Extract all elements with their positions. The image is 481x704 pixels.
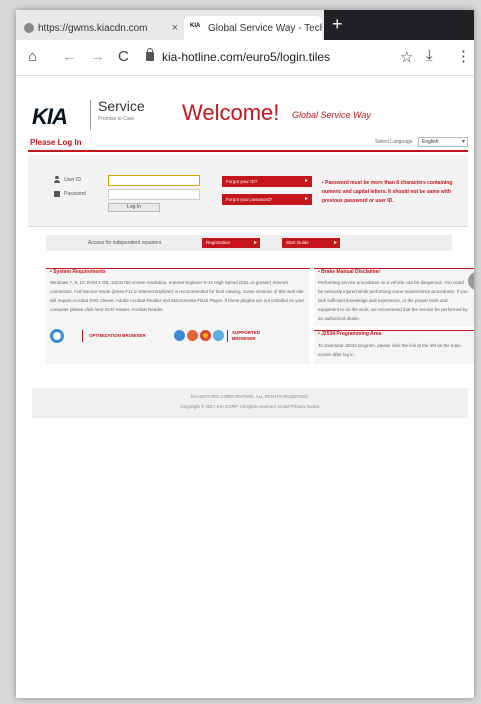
logo-divider <box>90 100 91 130</box>
kia-favicon-icon: KIA <box>190 23 201 29</box>
service-tagline: Promise to Care <box>98 116 135 122</box>
download-icon[interactable]: ⤓ <box>426 47 433 64</box>
footer-copyright: Copyright © 2017 KIA CORP. All rights re… <box>180 404 320 409</box>
url-field[interactable]: kia-hotline.com/euro5/login.tiles <box>162 50 330 64</box>
start-guide-button[interactable]: Start Guide <box>282 238 340 248</box>
lock-icon <box>54 191 60 197</box>
supported-divider <box>227 330 228 342</box>
internet-explorer-icon <box>50 329 64 343</box>
forgot-password-button[interactable]: Forgot your password? <box>222 194 312 205</box>
firefox-icon <box>187 330 198 341</box>
welcome-subtitle: Global Service Way <box>292 110 371 120</box>
lock-icon <box>146 48 154 61</box>
language-select[interactable]: English <box>418 137 468 147</box>
j2534-text: To download J2534 program, please click … <box>318 343 461 357</box>
star-icon[interactable]: ☆ <box>400 48 413 66</box>
optimization-browser-label: OPTIMIZATION BROWSER <box>89 333 146 338</box>
tab-label: Global Service Way - Technic <box>208 22 322 34</box>
globe-icon <box>24 23 34 33</box>
forgot-id-button[interactable]: Forgot your ID? <box>222 176 312 187</box>
tab-label: https://gwms.kiacdn.com <box>38 22 148 34</box>
brake-disclaimer-title: • Brake Manual Disclaimer <box>318 269 381 275</box>
system-requirements-title: • System Requirements <box>50 269 106 275</box>
menu-icon[interactable]: ⋮ <box>456 47 471 65</box>
back-arrow-icon[interactable]: ← <box>62 48 77 65</box>
browser-window: https://gwms.kiacdn.com × KIA Global Ser… <box>16 10 474 698</box>
safari-icon <box>213 330 224 341</box>
password-rule-note: • Password must be more than 8 character… <box>322 180 453 204</box>
login-button[interactable]: Log In <box>108 203 160 212</box>
j2534-title: • J2534 Programming Area <box>318 331 382 337</box>
registration-button[interactable]: Registration <box>202 238 260 248</box>
tab-global-service-way[interactable]: KIA Global Service Way - Technic × <box>184 16 322 40</box>
password-input[interactable] <box>108 189 200 200</box>
password-label: Password <box>64 191 86 197</box>
system-requirements-text: Windows 7, 8, 10: RAM 1 GB, 1024x768 scr… <box>50 280 305 312</box>
language-label: Select Language <box>375 139 413 145</box>
internet-explorer-icon <box>174 330 185 341</box>
user-id-label: User ID <box>64 177 81 183</box>
independent-repairers-label: Access for independent repairers <box>88 240 162 246</box>
optimized-divider <box>82 330 83 342</box>
close-icon[interactable]: × <box>172 22 178 34</box>
reload-icon[interactable]: C <box>118 48 129 65</box>
welcome-title: Welcome! <box>182 100 280 125</box>
user-icon <box>54 176 60 183</box>
supported-browser-label: SUPPORTED BROWSER <box>232 330 261 341</box>
chrome-icon <box>200 330 211 341</box>
forward-arrow-icon[interactable]: → <box>90 48 105 65</box>
home-icon[interactable]: ⌂ <box>28 48 37 65</box>
service-title: Service <box>98 98 145 114</box>
header-divider <box>28 150 468 152</box>
user-id-input[interactable] <box>108 175 200 186</box>
kia-logo: KIA <box>32 104 68 129</box>
address-bar: ⌂ ← → C kia-hotline.com/euro5/login.tile… <box>16 40 474 76</box>
brake-disclaimer-text: Performing service procedures on a vehic… <box>318 280 468 321</box>
tab-bar: https://gwms.kiacdn.com × KIA Global Ser… <box>16 10 474 40</box>
please-log-in-heading: Please Log In <box>30 138 82 147</box>
page-footer <box>32 388 468 418</box>
tab-gwms[interactable]: https://gwms.kiacdn.com × <box>24 16 184 40</box>
footer-company: KIA MOTORS CORPORATION. ALL RIGHTS RESER… <box>191 394 309 399</box>
new-tab-button[interactable]: + <box>324 10 474 40</box>
